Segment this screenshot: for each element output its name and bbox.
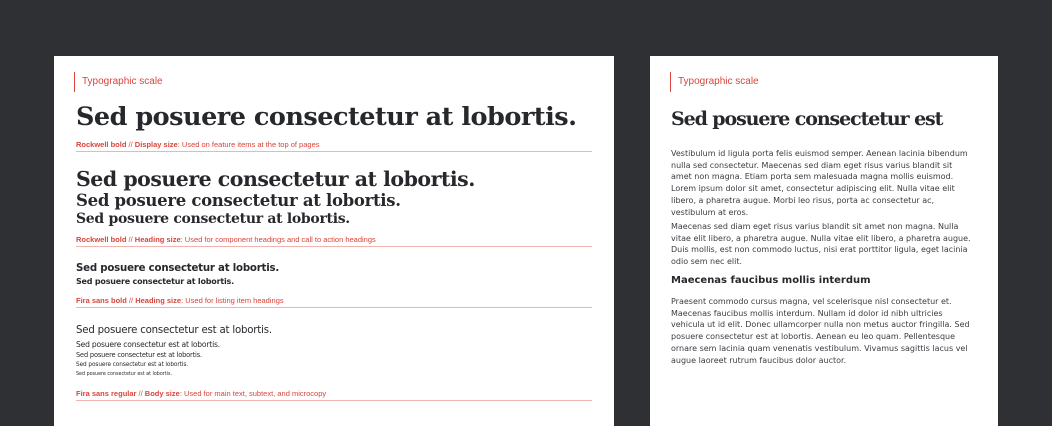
display-caption: Rockwell bold // Display size: Used on f…: [76, 140, 320, 149]
listing-heading-sample-small: Sed posuere consectetur at lobortis.: [76, 277, 234, 286]
card-label: Typographic scale: [74, 72, 163, 92]
typography-example-card: Typographic scale Sed posuere consectetu…: [650, 56, 998, 426]
body-sample-2: Sed posuere consectetur est at lobortis.: [76, 340, 220, 349]
listing-heading-caption: Fira sans bold // Heading size: Used for…: [76, 296, 284, 305]
body-sample-3: Sed posuere consectetur est at lobortis.: [76, 351, 202, 359]
typographic-scale-card: Typographic scale Sed posuere consectetu…: [54, 56, 614, 426]
article-title: Sed posuere consectetur est: [671, 108, 943, 130]
divider: [76, 307, 592, 308]
divider: [76, 151, 592, 152]
caption-size-name: Display size: [134, 140, 178, 149]
divider: [76, 246, 592, 247]
divider: [76, 400, 592, 401]
article-paragraph-2: Maecenas sed diam eget risus varius blan…: [671, 222, 971, 267]
article-subheading: Maecenas faucibus mollis interdum: [671, 275, 871, 286]
heading-sample-medium: Sed posuere consectetur at lobortis.: [76, 191, 401, 210]
heading-caption: Rockwell bold // Heading size: Used for …: [76, 235, 376, 244]
card-label: Typographic scale: [670, 72, 759, 92]
article-paragraph-1: Vestibulum id ligula porta felis euismod…: [671, 149, 968, 217]
article-paragraph-3: Praesent commodo cursus magna, vel scele…: [671, 297, 970, 365]
display-sample: Sed posuere consectetur at lobortis.: [76, 102, 577, 132]
body-sample-4: Sed posuere consectetur est at lobortis.: [76, 362, 188, 368]
caption-font-name: Rockwell bold: [76, 140, 127, 149]
body-sample-1: Sed posuere consectetur est at lobortis.: [76, 325, 272, 336]
listing-heading-sample-large: Sed posuere consectetur at lobortis.: [76, 263, 280, 274]
body-sample-5: Sed posuere consectetur est at lobortis.: [76, 372, 172, 377]
body-caption: Fira sans regular // Body size: Used for…: [76, 389, 327, 398]
heading-sample-large: Sed posuere consectetur at lobortis.: [76, 167, 475, 191]
heading-sample-small: Sed posuere consectetur at lobortis.: [76, 211, 350, 227]
